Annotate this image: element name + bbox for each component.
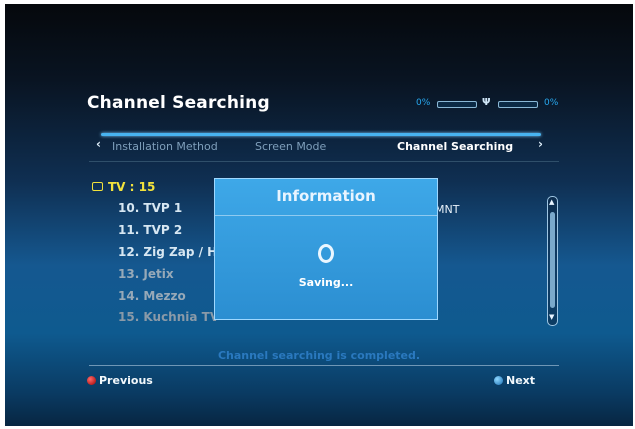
- tab-channel-searching[interactable]: Channel Searching: [397, 140, 513, 153]
- scroll-down-icon[interactable]: ▼: [549, 313, 554, 321]
- signal-strength-bar: [437, 101, 477, 108]
- status-message: Channel searching is completed.: [217, 349, 421, 362]
- signal-quality-bar: [498, 101, 538, 108]
- previous-button[interactable]: Previous: [87, 374, 153, 387]
- tv-screen: Channel Searching 0% Ψ 0% ‹ Installation…: [5, 4, 633, 426]
- red-button-icon: [87, 376, 96, 385]
- chevron-right-icon[interactable]: ›: [538, 137, 543, 151]
- footer-divider: [89, 365, 559, 366]
- blue-button-icon: [494, 376, 503, 385]
- signal-right-percent: 0%: [544, 98, 559, 108]
- list-item[interactable]: 13. Jetix: [118, 267, 174, 281]
- list-item[interactable]: 10. TVP 1: [118, 201, 182, 215]
- scrollbar[interactable]: ▲ ▼: [547, 196, 558, 326]
- list-item[interactable]: 15. Kuchnia TV: [118, 310, 219, 324]
- loading-spinner-icon: [318, 244, 334, 263]
- dialog-title: Information: [215, 179, 437, 216]
- antenna-icon: Ψ: [482, 97, 491, 108]
- page-title: Channel Searching: [87, 93, 270, 113]
- signal-left-percent: 0%: [416, 98, 431, 108]
- channel-list-header: TV : 15: [92, 180, 155, 194]
- channel-info-fragment: MNT: [435, 203, 460, 216]
- dialog-message: Saving...: [298, 276, 354, 289]
- tab-divider: [89, 161, 559, 162]
- chevron-left-icon[interactable]: ‹: [96, 137, 101, 151]
- tv-icon: [92, 182, 103, 191]
- scroll-up-icon[interactable]: ▲: [549, 198, 554, 206]
- previous-label: Previous: [99, 374, 153, 387]
- information-dialog: Information Saving...: [214, 178, 438, 320]
- tv-count-label: TV : 15: [108, 180, 156, 194]
- next-button[interactable]: Next: [494, 374, 535, 387]
- next-label: Next: [506, 374, 536, 387]
- list-item[interactable]: 14. Mezzo: [118, 289, 186, 303]
- tab-installation-method[interactable]: Installation Method: [112, 140, 218, 153]
- list-item[interactable]: 11. TVP 2: [118, 223, 182, 237]
- scrollbar-thumb[interactable]: [550, 212, 555, 308]
- tab-screen-mode[interactable]: Screen Mode: [255, 140, 326, 153]
- header-divider: [101, 133, 541, 136]
